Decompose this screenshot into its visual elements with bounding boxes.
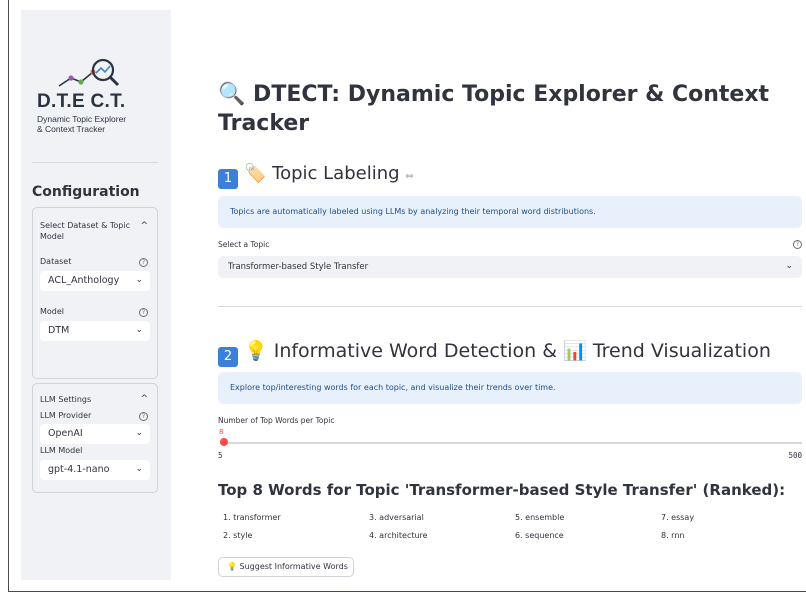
collapse-icon[interactable]: ^ [140, 221, 148, 231]
slider-min: 5 [218, 451, 223, 460]
top-word-item: 3. adversarial [369, 513, 424, 522]
chevron-down-icon: ⌄ [135, 275, 143, 285]
llm-settings-panel: LLM Settings ^ LLM Provider ? OpenAI ⌄ L… [32, 383, 158, 493]
number-1-icon: 1 [218, 169, 238, 189]
word-detection-info: Explore top/interesting words for each t… [218, 372, 802, 404]
llm-model-value: gpt-4.1-nano [48, 464, 110, 475]
top-word-item: 6. sequence [515, 531, 564, 540]
logo-subtitle: Dynamic Topic Explorer & Context Tracker [37, 114, 126, 134]
topic-select[interactable]: Transformer-based Style Transfer ⌄ [218, 256, 802, 278]
chevron-down-icon: ⌄ [135, 325, 143, 335]
logo-subtitle-line1: Dynamic Topic Explorer [37, 114, 127, 124]
slider-max: 500 [788, 451, 802, 460]
app-logo: D.T.E C.T. Dynamic Topic Explorer & Cont… [31, 58, 161, 148]
topic-labeling-info: Topics are automatically labeled using L… [218, 196, 802, 228]
lightbulb-icon: 💡 [244, 340, 268, 362]
collapse-icon[interactable]: ^ [140, 394, 148, 404]
slider-track[interactable] [220, 442, 802, 444]
suggest-words-label: Suggest Informative Words [239, 562, 348, 571]
help-icon[interactable]: ? [793, 240, 802, 249]
section-title-part1: Informative Word Detection & [273, 340, 558, 362]
slider-label: Number of Top Words per Topic [218, 416, 335, 425]
help-icon[interactable]: ? [139, 308, 148, 317]
slider-value: 8 [219, 428, 224, 436]
top-word-item: 8. rnn [661, 531, 685, 540]
page-title-line2: Tracker [218, 111, 310, 136]
top-word-item: 2. style [223, 531, 253, 540]
top-word-item: 5. ensemble [515, 513, 565, 522]
topic-select-value: Transformer-based Style Transfer [228, 262, 369, 272]
top-word-item: 1. transformer [223, 513, 281, 522]
dataset-label: Dataset [40, 257, 72, 266]
number-2-icon: 2 [218, 347, 238, 367]
suggest-words-button[interactable]: 💡 Suggest Informative Words [218, 557, 354, 577]
dataset-panel-header-line1: Select Dataset & Topic [40, 221, 130, 230]
chevron-down-icon: ⌄ [785, 261, 793, 271]
model-label: Model [40, 307, 65, 316]
section-divider [218, 306, 802, 307]
chevron-down-icon: ⌄ [135, 464, 143, 474]
top-word-item: 4. architecture [369, 531, 428, 540]
help-icon[interactable]: ? [139, 412, 148, 421]
llm-provider-select[interactable]: OpenAI ⌄ [40, 424, 150, 444]
llm-model-label: LLM Model [40, 446, 83, 455]
model-select-value: DTM [48, 325, 70, 336]
section-title: Topic Labeling [272, 163, 400, 184]
sidebar-divider [32, 162, 158, 163]
llm-model-select[interactable]: gpt-4.1-nano ⌄ [40, 460, 150, 480]
model-select[interactable]: DTM ⌄ [40, 321, 150, 341]
llm-panel-header[interactable]: LLM Settings [40, 394, 91, 405]
label-icon: 🏷️ [244, 163, 267, 184]
dataset-panel-header-line2: Model [40, 232, 65, 241]
lightbulb-icon: 💡 [227, 562, 237, 571]
page-title-line1: 🔍 DTECT: Dynamic Topic Explorer & Contex… [218, 82, 770, 107]
dataset-model-panel: Select Dataset & Topic Model ^ Dataset ?… [32, 207, 158, 379]
dataset-panel-header[interactable]: Select Dataset & Topic Model [40, 220, 130, 242]
chevron-down-icon: ⌄ [135, 428, 143, 438]
magnifier-chart-icon [58, 58, 120, 87]
top-word-item: 7. essay [661, 513, 695, 522]
select-topic-label: Select a Topic [218, 240, 270, 249]
logo-subtitle-line2: & Context Tracker [37, 124, 106, 134]
section-title-part2: Trend Visualization [592, 340, 771, 362]
sidebar: D.T.E C.T. Dynamic Topic Explorer & Cont… [21, 10, 171, 580]
llm-provider-value: OpenAI [48, 428, 83, 439]
page-title: 🔍 DTECT: Dynamic Topic Explorer & Contex… [218, 80, 778, 138]
section-topic-labeling-heading: 1 🏷️ Topic Labeling ⇔ [218, 163, 414, 189]
bar-chart-icon: 📊 [563, 340, 587, 362]
top-words-heading: Top 8 Words for Topic 'Transformer-based… [218, 481, 786, 499]
llm-provider-label: LLM Provider [40, 411, 92, 420]
configuration-heading: Configuration [32, 184, 140, 200]
section-word-detection-heading: 2 💡 Informative Word Detection & 📊 Trend … [218, 339, 771, 367]
logo-title: D.T.E C.T. [37, 91, 126, 112]
link-icon[interactable]: ⇔ [405, 171, 413, 182]
dataset-select[interactable]: ACL_Anthology ⌄ [40, 271, 150, 291]
dataset-select-value: ACL_Anthology [48, 275, 120, 286]
help-icon[interactable]: ? [139, 258, 148, 267]
